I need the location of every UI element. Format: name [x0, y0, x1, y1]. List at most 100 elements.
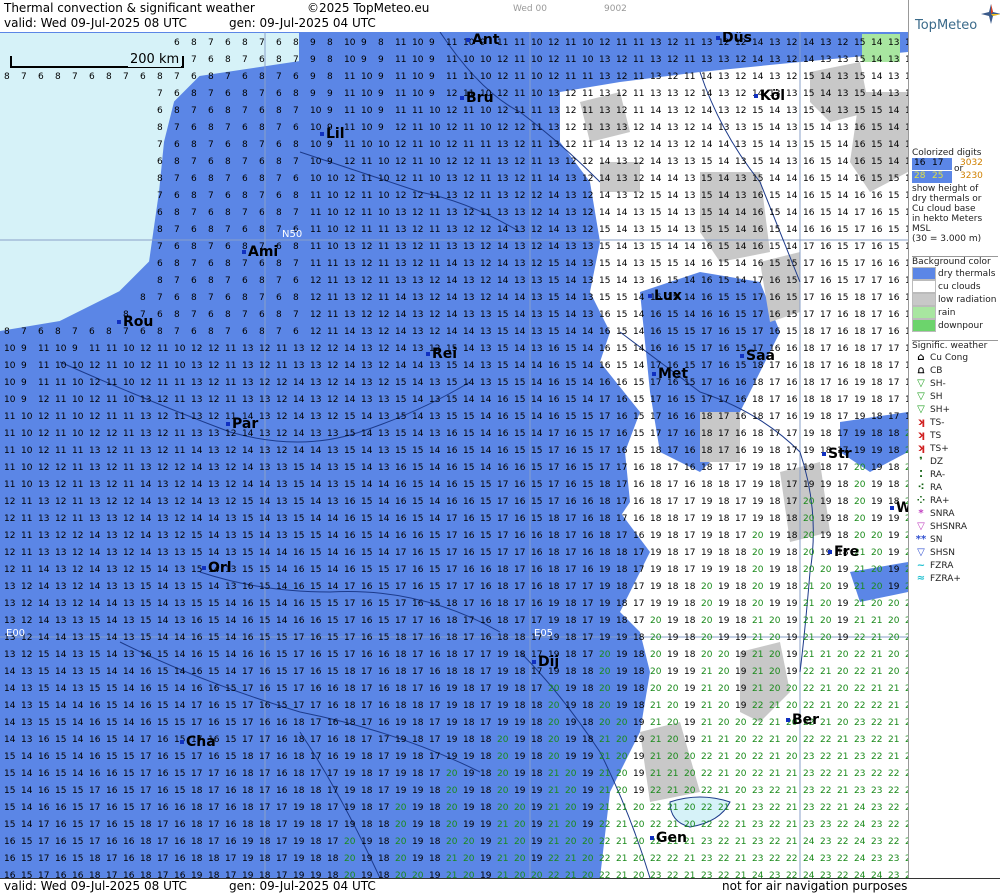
- compass-star-icon: [981, 4, 1000, 24]
- city-label[interactable]: Saa: [740, 348, 775, 364]
- background-legend-item: cu clouds: [912, 280, 998, 293]
- weather-symbol-icon: ⁘: [916, 495, 926, 506]
- sigweather-label: SH+: [930, 405, 951, 415]
- sigweather-legend-item: ⁚ RA-: [912, 468, 998, 481]
- background-legend-label: downpour: [938, 321, 983, 331]
- weather-symbol-icon: ⁖: [917, 482, 925, 493]
- background-legend: Background color dry thermals cu clouds lo…: [912, 256, 998, 332]
- sigweather-legend-item: ▽ SH: [912, 390, 998, 403]
- sigweather-legend-item: ⁘ RA+: [912, 494, 998, 507]
- weather-symbol-icon: ▽: [917, 391, 925, 402]
- weather-symbol-icon: ❜: [919, 456, 923, 467]
- background-legend-label: dry thermals: [938, 269, 996, 279]
- sigweather-label: SHSNRA: [930, 522, 967, 532]
- weather-symbol-icon: **: [915, 534, 927, 545]
- weather-symbol-icon: ʞ: [917, 430, 925, 441]
- sigweather-legend-item: ▽ SH-: [912, 377, 998, 390]
- colorized-desc-line: MSL: [912, 224, 931, 234]
- city-label[interactable]: Met: [652, 366, 688, 382]
- sigweather-label: TS: [930, 431, 942, 441]
- sigweather-legend-item: ▽ SHSNRA: [912, 520, 998, 533]
- background-legend-item: low radiation: [912, 293, 998, 306]
- city-label[interactable]: Str: [822, 446, 852, 462]
- forecast-map[interactable]: 6 8 7 6 8 7 6 8 9 8 10 9 8 11 10 9 11 10 9 11 11 10 12 11 10 12 11…: [0, 32, 908, 878]
- city-label[interactable]: Orl: [202, 560, 232, 576]
- topmeteo-logo: TopMeteo: [915, 4, 1000, 36]
- colorized-title: Colorized digits: [912, 148, 982, 158]
- weather-symbol-icon: ⩍: [917, 365, 925, 376]
- example-digit: 3032: [960, 158, 983, 168]
- example-digit: 25: [932, 171, 944, 181]
- sigweather-label: CB: [930, 366, 943, 376]
- sigweather-legend-item: ** SN: [912, 533, 998, 546]
- sigweather-label: FZRA: [930, 561, 954, 571]
- chart-title: Thermal convection & significant weather: [4, 1, 255, 15]
- sigweather-label: SNRA: [930, 509, 955, 519]
- city-label[interactable]: Düs: [716, 32, 752, 46]
- weather-symbol-icon: ⌂: [917, 352, 925, 363]
- example-digit: 17: [932, 158, 944, 168]
- weather-symbol-icon: ▽: [917, 521, 925, 532]
- city-label[interactable]: W: [890, 500, 908, 516]
- sigweather-label: TS-: [930, 418, 945, 428]
- background-legend-item: rain: [912, 306, 998, 319]
- background-legend-item: downpour: [912, 319, 998, 332]
- city-label[interactable]: Lux: [648, 288, 682, 304]
- example-digit: 16: [914, 158, 926, 168]
- sigweather-legend-item: * SNRA: [912, 507, 998, 520]
- sigweather-legend-item: ʞ TS-: [912, 416, 998, 429]
- color-swatch: [912, 293, 936, 306]
- sigweather-label: SHSN: [930, 548, 955, 558]
- colorized-desc-line: in hekto Meters: [912, 214, 983, 224]
- colorized-desc-line: (30 = 3.000 m): [912, 234, 982, 244]
- sigweather-label: Cu Cong: [930, 353, 969, 363]
- example-digit: 3230: [960, 171, 983, 181]
- city-label[interactable]: Par: [226, 416, 258, 432]
- sigweather-label: RA-: [930, 470, 946, 480]
- city-label[interactable]: Rou: [117, 314, 153, 330]
- footer-generated-time: gen: 09-Jul-2025 04 UTC: [229, 879, 376, 893]
- city-label[interactable]: Rei: [426, 346, 457, 362]
- city-label[interactable]: Ber: [786, 712, 819, 728]
- background-title: Background color: [912, 257, 991, 267]
- sigweather-legend-item: ▽ SHSN: [912, 546, 998, 559]
- sigweather-label: DZ: [930, 457, 944, 467]
- grid-label-e05: E05: [534, 628, 554, 639]
- weather-symbol-icon: ▽: [917, 404, 925, 415]
- map-background: [0, 32, 908, 878]
- city-label[interactable]: Lil: [320, 126, 345, 142]
- city-label[interactable]: Fre: [828, 544, 859, 560]
- sigweather-label: SN: [930, 535, 943, 545]
- sigweather-legend-item: ⁖ RA: [912, 481, 998, 494]
- sigweather-label: FZRA+: [930, 574, 961, 584]
- sigweather-legend-item: ʞ TS+: [912, 442, 998, 455]
- color-swatch: [912, 319, 936, 332]
- sigweather-legend-item: ❜ DZ: [912, 455, 998, 468]
- colorized-digits-block: Colorized digits 16 17 3032 28 25 or 323…: [912, 148, 998, 244]
- weather-symbol-icon: ʞ: [917, 443, 925, 454]
- weather-symbol-icon: *: [918, 508, 924, 519]
- city-label[interactable]: Ant: [466, 32, 500, 48]
- footer-valid-time: valid: Wed 09-Jul-2025 08 UTC: [4, 879, 187, 893]
- sigweather-legend-item: ⩍ CB: [912, 364, 998, 377]
- city-label[interactable]: Bru: [460, 90, 494, 106]
- generated-time: gen: 09-Jul-2025 04 UTC: [229, 16, 376, 30]
- weather-symbol-icon: ʞ: [917, 417, 925, 428]
- color-swatch: [912, 306, 936, 319]
- sigweather-label: SH: [930, 392, 943, 402]
- city-label[interactable]: Köl: [754, 88, 785, 104]
- city-label[interactable]: Cha: [180, 734, 216, 750]
- example-digit: 28: [914, 171, 926, 181]
- color-swatch: [912, 280, 936, 293]
- weather-symbol-icon: ~: [916, 560, 926, 571]
- city-label[interactable]: Ami: [242, 244, 278, 260]
- sigweather-legend-item: ≈ FZRA+: [912, 572, 998, 585]
- weather-symbol-icon: ▽: [917, 547, 925, 558]
- city-label[interactable]: Gen: [650, 830, 687, 846]
- brand-name: TopMeteo: [915, 18, 978, 33]
- city-label[interactable]: Dij: [532, 654, 559, 670]
- sea-area: [0, 32, 300, 332]
- footer-bar: valid: Wed 09-Jul-2025 08 UTC gen: 09-Ju…: [0, 878, 1000, 894]
- legend-panel: TopMeteo Colorized digits 16 17 3032 28 …: [908, 0, 1000, 878]
- sigweather-legend-item: ▽ SH+: [912, 403, 998, 416]
